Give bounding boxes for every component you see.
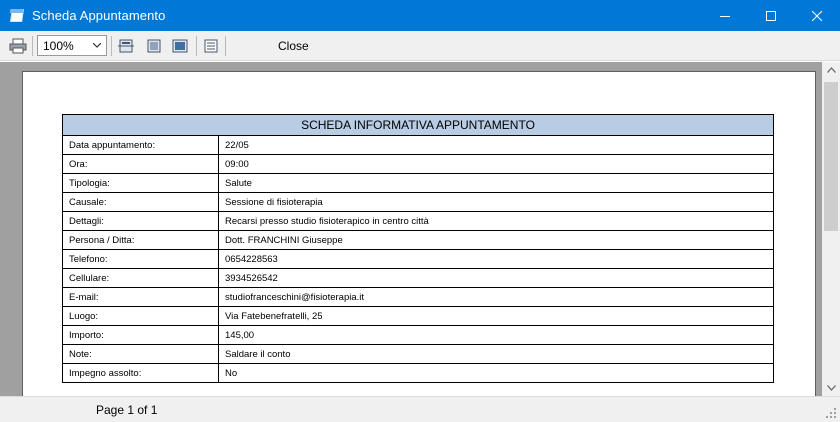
- zoom-select[interactable]: 100%: [37, 35, 107, 56]
- table-row: E-mail: studiofranceschini@fisioterapia.i…: [62, 287, 774, 307]
- field-value: 09:00: [218, 154, 774, 174]
- thumbnails-button[interactable]: [201, 36, 221, 56]
- scroll-up-button[interactable]: [822, 62, 840, 78]
- print-button[interactable]: [8, 36, 28, 56]
- table-row: Dettagli: Recarsi presso studio fisiotera…: [62, 211, 774, 231]
- chevron-up-icon: [826, 67, 836, 73]
- field-label: Causale:: [62, 192, 219, 212]
- status-bar: Page 1 of 1: [0, 396, 840, 422]
- field-label: Cellulare:: [62, 268, 219, 288]
- field-value: Dott. FRANCHINI Giuseppe: [218, 230, 774, 250]
- field-label: E-mail:: [62, 287, 219, 307]
- page-width-button[interactable]: [116, 36, 136, 56]
- field-label: Persona / Ditta:: [62, 230, 219, 250]
- printer-icon: [9, 38, 27, 53]
- chevron-down-icon: [826, 385, 836, 391]
- field-value: Sessione di fisioterapia: [218, 192, 774, 212]
- table-row: Telefono: 0654228563: [62, 249, 774, 269]
- window-controls: [702, 0, 840, 31]
- field-value: 0654228563: [218, 249, 774, 269]
- maximize-button[interactable]: [748, 0, 794, 31]
- minimize-button[interactable]: [702, 0, 748, 31]
- window-title: Scheda Appuntamento: [32, 8, 166, 23]
- field-label: Ora:: [62, 154, 219, 174]
- table-row: Persona / Ditta: Dott. FRANCHINI Giuseppe: [62, 230, 774, 250]
- close-button[interactable]: Close: [278, 39, 309, 53]
- multi-page-icon: [172, 39, 188, 52]
- vertical-scrollbar[interactable]: [822, 62, 840, 396]
- appointment-sheet: SCHEDA INFORMATIVA APPUNTAMENTO Data app…: [62, 114, 774, 383]
- title-bar: Scheda Appuntamento: [0, 0, 840, 31]
- field-value: Via Fatebenefratelli, 25: [218, 306, 774, 326]
- list-icon: [204, 39, 218, 52]
- one-page-button[interactable]: [144, 36, 164, 56]
- field-label: Importo:: [62, 325, 219, 345]
- field-label: Telefono:: [62, 249, 219, 269]
- zoom-value: 100%: [43, 38, 74, 53]
- table-row: Impegno assolto: No: [62, 363, 774, 383]
- table-row: Note: Saldare il conto: [62, 344, 774, 364]
- single-page-icon: [147, 39, 161, 52]
- table-row: Cellulare: 3934526542: [62, 268, 774, 288]
- field-label: Luogo:: [62, 306, 219, 326]
- preview-area[interactable]: SCHEDA INFORMATIVA APPUNTAMENTO Data app…: [0, 62, 822, 396]
- sheet-header-row: SCHEDA INFORMATIVA APPUNTAMENTO: [62, 114, 774, 136]
- chevron-down-icon: [93, 43, 101, 48]
- toolbar-separator: [111, 35, 112, 56]
- toolbar-separator: [196, 35, 197, 56]
- two-pages-button[interactable]: [170, 36, 190, 56]
- preview-toolbar: 100% Close: [0, 31, 840, 61]
- table-row: Importo: 145,00: [62, 325, 774, 345]
- field-value: Saldare il conto: [218, 344, 774, 364]
- table-row: Causale: Sessione di fisioterapia: [62, 192, 774, 212]
- field-label: Note:: [62, 344, 219, 364]
- sheet-heading: SCHEDA INFORMATIVA APPUNTAMENTO: [62, 114, 774, 136]
- field-value: 145,00: [218, 325, 774, 345]
- table-row: Data appuntamento: 22/05: [62, 135, 774, 155]
- field-value: Recarsi presso studio fisioterapico in c…: [218, 211, 774, 231]
- field-label: Data appuntamento:: [62, 135, 219, 155]
- scroll-thumb[interactable]: [824, 82, 838, 231]
- page-indicator: Page 1 of 1: [96, 402, 158, 417]
- report-page: SCHEDA INFORMATIVA APPUNTAMENTO Data app…: [22, 71, 816, 396]
- scroll-down-button[interactable]: [822, 380, 840, 396]
- resize-grip-icon[interactable]: [825, 407, 837, 419]
- maximize-icon: [766, 10, 776, 21]
- app-icon: [9, 8, 25, 24]
- field-value: studiofranceschini@fisioterapia.it: [218, 287, 774, 307]
- toolbar-separator: [225, 35, 226, 56]
- table-row: Tipologia: Salute: [62, 173, 774, 193]
- field-value: 3934526542: [218, 268, 774, 288]
- table-row: Ora: 09:00: [62, 154, 774, 174]
- field-label: Impegno assolto:: [62, 363, 219, 383]
- toolbar-separator: [32, 35, 33, 56]
- page-width-icon: [118, 39, 134, 52]
- field-value: Salute: [218, 173, 774, 193]
- field-value: 22/05: [218, 135, 774, 155]
- close-icon: [812, 10, 822, 21]
- field-label: Tipologia:: [62, 173, 219, 193]
- field-label: Dettagli:: [62, 211, 219, 231]
- minimize-icon: [720, 15, 730, 17]
- field-value: No: [218, 363, 774, 383]
- table-row: Luogo: Via Fatebenefratelli, 25: [62, 306, 774, 326]
- close-window-button[interactable]: [794, 0, 840, 31]
